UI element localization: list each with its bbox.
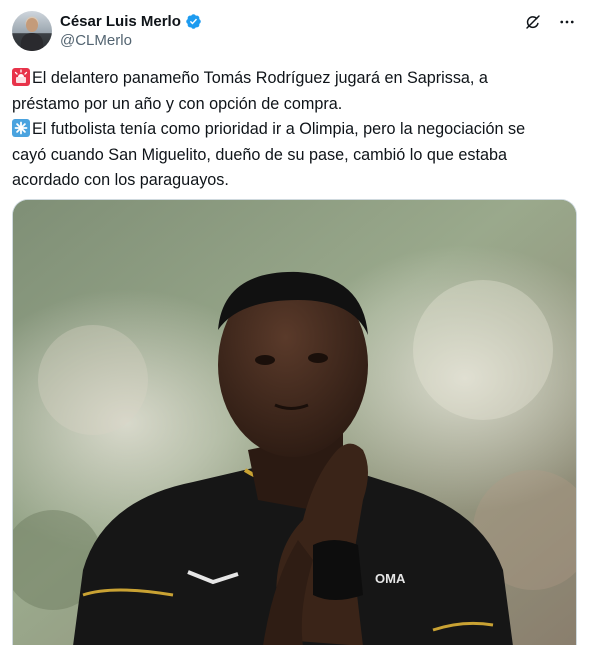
author-name-row[interactable]: César Luis Merlo	[60, 11, 202, 31]
eight-spoked-asterisk-icon	[12, 119, 30, 137]
tweet-line-2: préstamo por un año y con opción de comp…	[12, 94, 343, 113]
tweet-line-3-text: El futbolista tenía como prioridad ir a …	[32, 120, 526, 138]
tweet-card[interactable]: César Luis Merlo @CLMerlo El delantero p…	[0, 0, 593, 645]
author-display-name[interactable]: César Luis Merlo	[60, 13, 181, 30]
tweet-line-3: El futbolista tenía como prioridad ir a …	[12, 117, 578, 143]
grok-icon[interactable]	[523, 12, 543, 32]
tweet-actions-top	[523, 12, 577, 32]
player-photo-illustration: OMA	[13, 200, 576, 645]
avatar-body	[21, 33, 43, 51]
tweet-line-1-text: El delantero panameño Tomás Rodríguez ju…	[32, 69, 488, 87]
rotating-light-icon	[12, 68, 30, 86]
tweet-line-5: acordado con los paraguayos.	[12, 171, 229, 189]
author-handle[interactable]: @CLMerlo	[60, 32, 132, 49]
avatar[interactable]	[12, 11, 52, 51]
jersey-text: OMA	[375, 571, 406, 586]
tweet-line-1: El delantero panameño Tomás Rodríguez ju…	[12, 66, 578, 92]
more-icon[interactable]	[557, 12, 577, 32]
verified-badge-icon	[185, 13, 202, 30]
tweet-line-4: cayó cuando San Miguelito, dueño de su p…	[12, 145, 507, 164]
tweet-photo[interactable]: OMA	[12, 199, 577, 645]
avatar-head	[26, 18, 38, 32]
tweet-text: El delantero panameño Tomás Rodríguez ju…	[12, 66, 578, 194]
